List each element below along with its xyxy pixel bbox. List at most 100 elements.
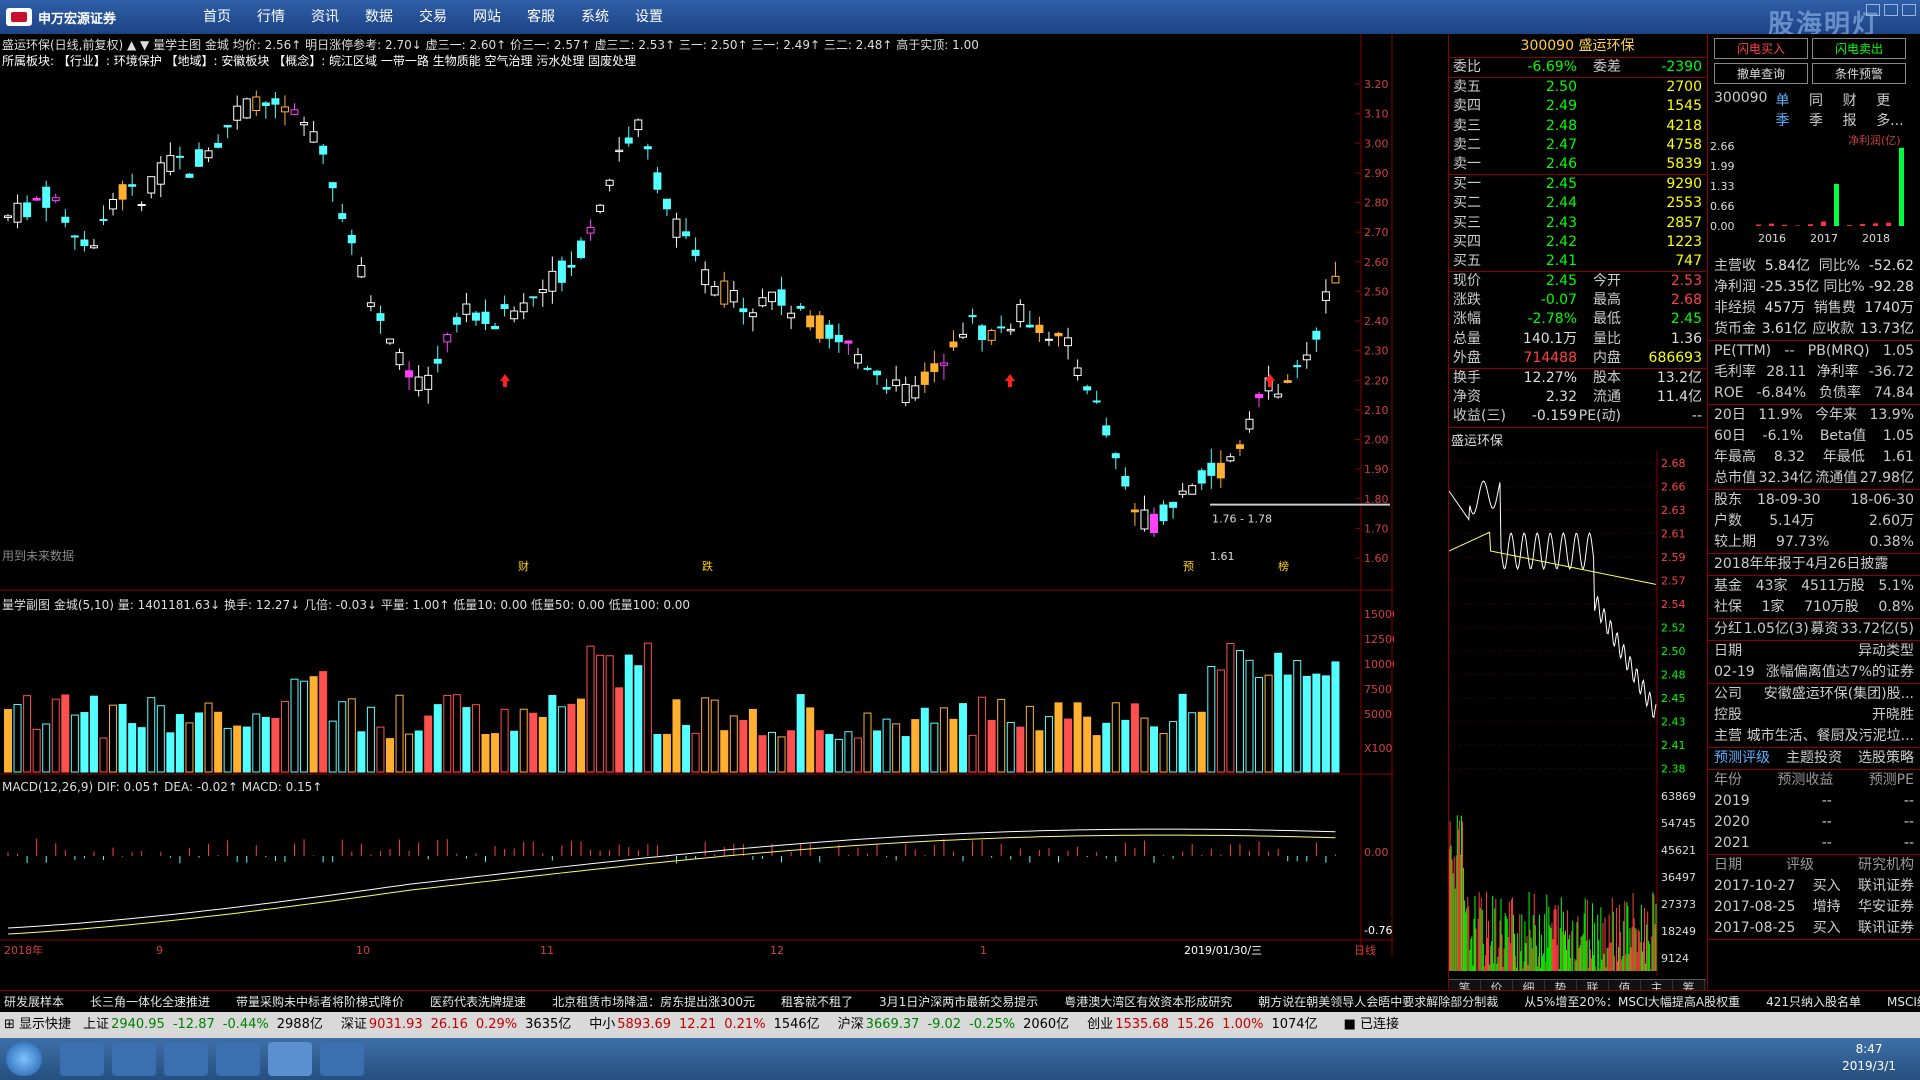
trade-button[interactable]: 闪电买入 [1714, 38, 1808, 59]
menu-item[interactable]: 网站 [460, 0, 514, 34]
index-quote[interactable]: 中小 5893.69 12.21 0.21% 1546亿 [589, 1017, 819, 1032]
candle-body [1111, 453, 1120, 459]
news-ticker[interactable]: 研发展样本 长三角一体化全速推进 带量采购未中标者将阶梯式降价 医药代表洗牌提速 北京租… [0, 990, 1920, 1012]
shortcut-toggle[interactable]: ⊞ 显示快捷 [4, 1012, 71, 1038]
fin-row: 年最高 8.32 年最低 1.61 [1708, 447, 1920, 468]
index-quote[interactable]: 创业 1535.68 15.26 1.00% 1074亿 [1087, 1017, 1317, 1032]
trade-button[interactable]: 撤单查询 [1714, 63, 1808, 84]
fin-tab[interactable]: 财报 [1843, 90, 1869, 130]
chart-bg [0, 34, 1394, 956]
fin-cell: 18-06-30 [1850, 492, 1914, 508]
fin-tab[interactable]: 同季 [1809, 90, 1835, 130]
maximize-icon[interactable] [1884, 4, 1898, 16]
volume-bar [643, 642, 652, 773]
menu-item[interactable]: 客服 [514, 0, 568, 34]
fin-cell: 分红 [1714, 621, 1742, 637]
kline-svg[interactable]: 3.20 3.10 3.00 2.90 2.80 2.70 2.60 2.50 2.40 2.30… [0, 34, 1394, 956]
menu-item[interactable]: 设置 [622, 0, 676, 34]
fin-cell: 457万 [1764, 300, 1806, 316]
fin-tab[interactable]: 更多... [1876, 90, 1914, 130]
window-controls[interactable] [1866, 4, 1916, 16]
stock-app-icon[interactable] [268, 1042, 312, 1076]
news-item[interactable]: 租客就不租了 [781, 995, 853, 1009]
candle-body [1130, 509, 1139, 513]
index-change: -9.02 [927, 1017, 962, 1032]
fin-row: 主营 城市生活、餐厨及污泥垃... [1708, 726, 1920, 747]
volume-bar [1226, 642, 1235, 773]
minimize-icon[interactable] [1866, 4, 1880, 16]
quote-value: 2.68 [1670, 292, 1702, 309]
candle-body [1140, 509, 1149, 530]
news-item[interactable]: 医药代表洗牌提速 [430, 995, 526, 1009]
chrome-icon[interactable] [112, 1042, 156, 1076]
news-item[interactable]: 带量采购未中标者将阶梯式降价 [236, 995, 404, 1009]
news-item[interactable]: 研发展样本 [4, 995, 64, 1009]
index-quote[interactable]: 深证 9031.93 26.16 0.29% 3635亿 [341, 1017, 571, 1032]
bid-row: 买一 2.45 9290 [1449, 175, 1706, 194]
volume-bar [1006, 721, 1015, 773]
volume-bar [815, 730, 824, 773]
candle-body [156, 162, 165, 185]
menu-item[interactable]: 交易 [406, 0, 460, 34]
candle-body [99, 219, 108, 222]
menu-item[interactable]: 系统 [568, 0, 622, 34]
kline-chart-area[interactable]: 3.20 3.10 3.00 2.90 2.80 2.70 2.60 2.50 2.40 2.30… [0, 34, 1394, 1025]
bid-row: 买二 2.44 2553 [1449, 194, 1706, 213]
trade-button[interactable]: 条件预警 [1812, 63, 1906, 84]
fin-row: 较上期 97.73% 0.38% [1708, 532, 1920, 553]
close-icon[interactable] [1902, 4, 1916, 16]
news-item[interactable]: MSCI纳入A股 [1887, 995, 1920, 1009]
candle-body [863, 367, 872, 370]
qq-icon[interactable] [320, 1042, 364, 1076]
fin-tab[interactable]: 300090 [1714, 90, 1767, 130]
app-icon[interactable] [216, 1042, 260, 1076]
candle-body [1245, 418, 1254, 430]
menu-item[interactable]: 行情 [244, 0, 298, 34]
mini-vol-axis-label: 18249 [1661, 925, 1696, 938]
intraday-mini-chart[interactable]: 2.68 2.66 2.63 2.61 2.59 2.57 2.54 2.52 2.50 2.48… [1448, 450, 1707, 976]
index-quote[interactable]: 沪深 3669.37 -9.02 -0.25% 2060亿 [838, 1017, 1070, 1032]
fin-row: 20日 11.9% 今年来 13.9% [1708, 405, 1920, 426]
menu-item[interactable]: 数据 [352, 0, 406, 34]
news-item[interactable]: 粤港澳大湾区有效资本形成研究 [1064, 995, 1232, 1009]
mini-axis-label: 2.45 [1661, 692, 1686, 705]
volume-bar [1207, 665, 1216, 773]
trade-button[interactable]: 闪电卖出 [1812, 38, 1906, 59]
candle-body [1312, 330, 1321, 340]
news-item[interactable]: 从5%增至20%：MSCI大幅提高A股权重 [1524, 995, 1740, 1009]
volume-bar [443, 694, 452, 773]
news-item[interactable]: 朝方说在朝美领导人会晤中要求解除部分制裁 [1258, 995, 1498, 1009]
news-item[interactable]: 421只纳入股名单 [1766, 995, 1861, 1009]
menu-item[interactable]: 资讯 [298, 0, 352, 34]
volume-bar [1216, 669, 1225, 773]
menu-item[interactable]: 首页 [190, 0, 244, 34]
news-item[interactable]: 长三角一体化全速推进 [90, 995, 210, 1009]
time-axis-label: 日线 [1354, 943, 1376, 956]
fin-cell: 年最低 [1822, 449, 1865, 465]
candle-body [252, 96, 261, 111]
volume-bar [175, 714, 184, 773]
news-item[interactable]: 北京租赁市场降温：房东提出涨300元 [552, 995, 755, 1009]
quote-label: 现价 [1453, 273, 1481, 290]
quote-value: -2.78% [1527, 311, 1577, 328]
bid-row: 买五 2.41 747 [1449, 252, 1706, 271]
fin-cell: -52.62 [1868, 258, 1914, 274]
candle-body [1302, 354, 1311, 361]
index-quote[interactable]: 上证 2940.95 -12.87 -0.44% 2988亿 [83, 1017, 323, 1032]
ask-price: 2.47 [1545, 136, 1577, 153]
candle-body [80, 239, 89, 247]
fin-cell: 60日 [1714, 428, 1746, 444]
fin-subtab[interactable]: 主题投资 [1786, 748, 1842, 769]
news-item[interactable]: 3月1日沪深两市最新交易提示 [879, 995, 1038, 1009]
fin-subtab[interactable]: 选股策略 [1858, 748, 1914, 769]
fin-subtab[interactable]: 预测评级 [1714, 748, 1770, 769]
volume-bar [1111, 702, 1120, 773]
start-button-icon[interactable] [6, 1042, 42, 1076]
bid-row: 买三 2.43 2857 [1449, 214, 1706, 233]
folder-icon[interactable] [164, 1042, 208, 1076]
candle-body [32, 197, 41, 201]
ie-browser-icon[interactable] [60, 1042, 104, 1076]
fin-tab[interactable]: 单季 [1775, 90, 1801, 130]
weibi-row: 委比 -6.69% 委差 -2390 [1449, 58, 1706, 77]
volume-bar [930, 722, 939, 773]
